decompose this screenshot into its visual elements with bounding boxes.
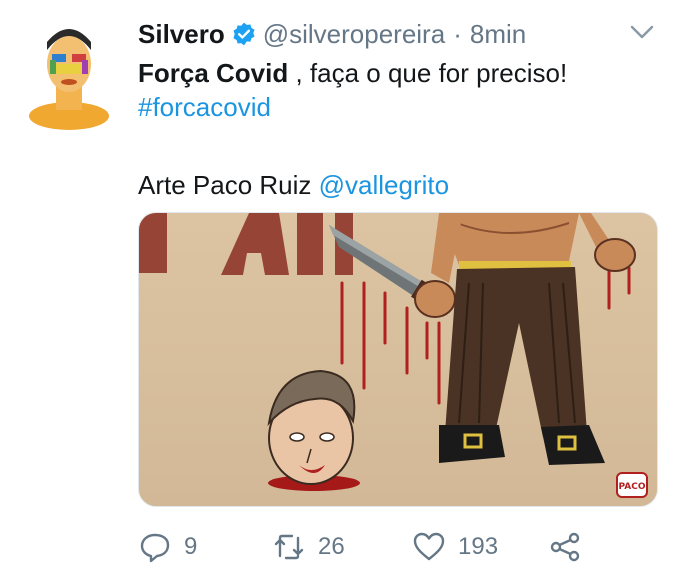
user-handle[interactable]: @silveropereira xyxy=(263,19,445,50)
cartoon-illustration: PACO xyxy=(139,213,657,506)
verified-badge-icon xyxy=(233,22,255,46)
tweet-header: Silvero @silveropereira · 8min xyxy=(138,16,526,52)
tweet-text-line: Força Covid , faça o que for preciso! xyxy=(138,56,567,90)
mention-link[interactable]: @vallegrito xyxy=(319,170,449,200)
tweet-actions: 9 26 193 xyxy=(138,525,598,569)
separator-dot: · xyxy=(453,18,462,49)
share-icon xyxy=(550,532,580,562)
chevron-down-icon[interactable] xyxy=(628,22,656,42)
tweet-text-bold: Força Covid xyxy=(138,58,289,88)
like-count: 193 xyxy=(458,533,499,560)
share-button[interactable] xyxy=(548,525,582,569)
credit-line: Arte Paco Ruiz @vallegrito xyxy=(138,168,449,202)
heart-icon xyxy=(413,532,445,561)
avatar[interactable] xyxy=(26,20,112,130)
display-name[interactable]: Silvero xyxy=(138,19,225,50)
reply-icon xyxy=(140,533,170,563)
hashtag-line: #forcacovid xyxy=(138,90,271,124)
tweet[interactable]: Silvero @silveropereira · 8min Força Cov… xyxy=(0,0,680,585)
tweet-media-image[interactable]: PACO xyxy=(138,212,658,507)
retweet-icon xyxy=(274,534,304,560)
like-button[interactable]: 193 xyxy=(412,525,498,569)
timestamp[interactable]: 8min xyxy=(470,19,526,50)
tweet-text: , faça o que for preciso! xyxy=(288,58,568,88)
credit-text: Arte Paco Ruiz xyxy=(138,170,319,200)
hashtag-link[interactable]: #forcacovid xyxy=(138,92,271,122)
retweet-button[interactable]: 26 xyxy=(272,525,345,569)
retweet-count: 26 xyxy=(318,533,345,560)
svg-text:PACO: PACO xyxy=(619,482,646,492)
artist-signature: PACO xyxy=(616,472,648,498)
reply-button[interactable]: 9 xyxy=(138,525,197,569)
reply-count: 9 xyxy=(184,533,198,560)
